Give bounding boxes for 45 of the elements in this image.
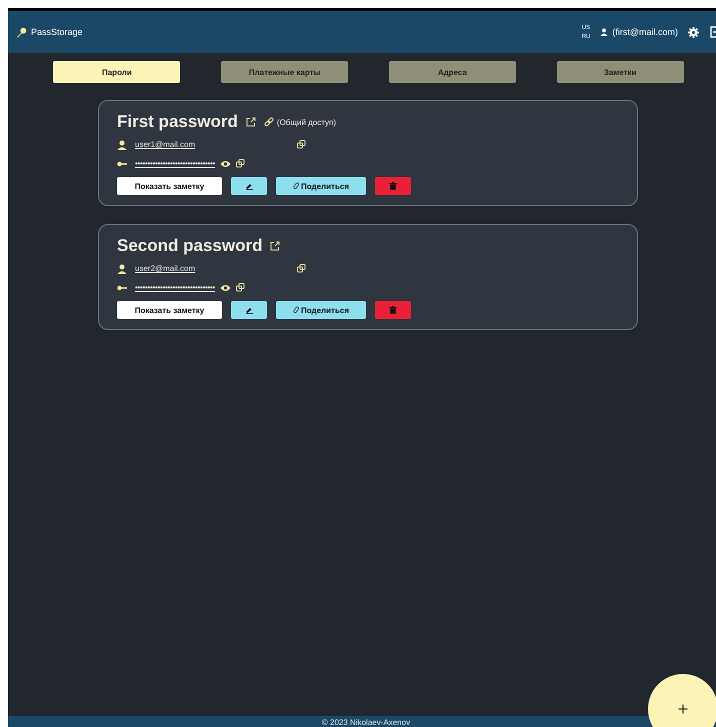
- password-title: Second password: [117, 236, 262, 256]
- password-title: First password: [117, 112, 238, 132]
- app-name[interactable]: PassStorage: [31, 27, 83, 37]
- delete-button[interactable]: [375, 301, 411, 319]
- password-mask[interactable]: ••••••••••••••••••••••••••••••••: [135, 159, 216, 168]
- shared-label: (Общий доступ): [276, 118, 336, 126]
- pencil-icon: [244, 306, 254, 314]
- tab[interactable]: Адреса: [388, 61, 516, 83]
- user-icon: [117, 140, 127, 150]
- link-icon: [292, 306, 300, 314]
- add-button[interactable]: +: [648, 674, 716, 727]
- delete-button[interactable]: [375, 177, 411, 195]
- edit-button[interactable]: [231, 177, 267, 195]
- login-link[interactable]: user2@mail.com: [135, 264, 292, 273]
- key-icon: [117, 160, 127, 166]
- copy-icon[interactable]: [297, 140, 306, 149]
- external-link-icon[interactable]: [246, 117, 256, 127]
- copy-icon[interactable]: [297, 264, 306, 273]
- trash-icon: [389, 182, 397, 190]
- footer-text: © 2023 Nikolaev-Axenov: [8, 716, 716, 727]
- tab[interactable]: Пароли: [53, 61, 180, 83]
- tab[interactable]: Платежные карты: [221, 61, 348, 83]
- eye-icon[interactable]: [220, 160, 232, 168]
- copy-icon[interactable]: [236, 283, 246, 292]
- show-note-button[interactable]: Показать заметку: [117, 177, 222, 195]
- share-button[interactable]: Поделиться: [276, 177, 366, 195]
- trash-icon: [389, 306, 397, 314]
- external-link-icon[interactable]: [270, 241, 280, 251]
- password-mask[interactable]: ••••••••••••••••••••••••••••••••: [135, 283, 216, 292]
- eye-icon[interactable]: [220, 284, 232, 292]
- show-note-button[interactable]: Показать заметку: [117, 301, 222, 319]
- tab[interactable]: Заметки: [556, 61, 684, 83]
- edit-button[interactable]: [231, 301, 267, 319]
- settings-icon[interactable]: [688, 26, 699, 38]
- user-icon: [600, 28, 608, 36]
- pencil-icon: [244, 182, 254, 190]
- link-icon: [292, 182, 300, 190]
- user-icon: [117, 264, 127, 274]
- key-icon: [117, 284, 127, 290]
- login-link[interactable]: user1@mail.com: [135, 140, 292, 149]
- logout-icon[interactable]: [709, 26, 716, 38]
- user-email[interactable]: (first@mail.com): [612, 27, 678, 37]
- copy-icon[interactable]: [236, 159, 246, 168]
- key-icon: [16, 26, 27, 38]
- share-button[interactable]: Поделиться: [276, 301, 366, 319]
